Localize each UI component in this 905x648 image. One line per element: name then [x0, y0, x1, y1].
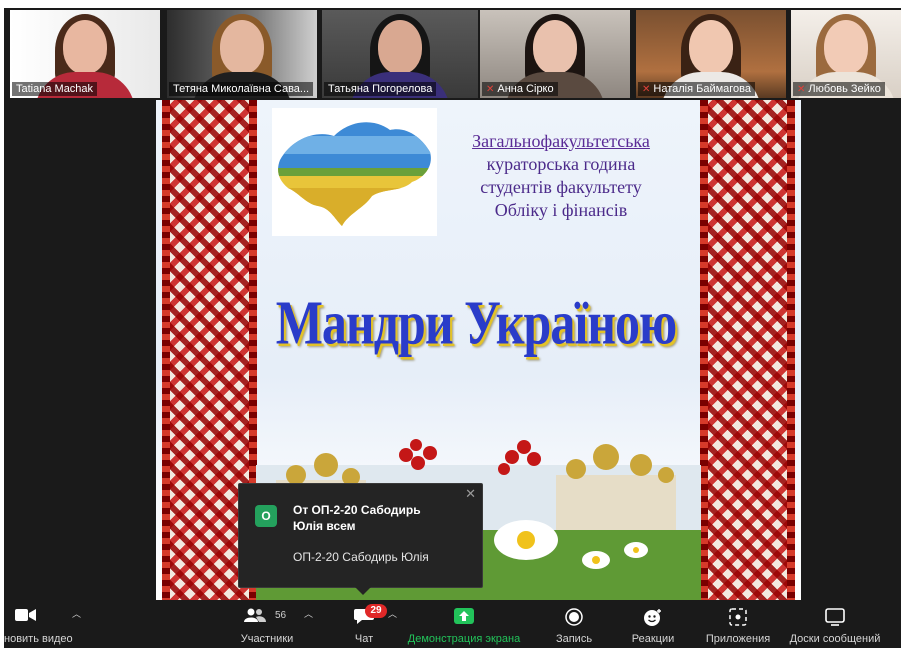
meeting-toolbar: ︿ новить видео 56 ︿ Участники 29 ︿ Чат Д… [4, 600, 901, 648]
participant-strip: Tatiana Machak Тетяна Миколаївна Сава...… [4, 8, 901, 100]
apps-icon [729, 608, 747, 626]
participant-name: Тетяна Миколаївна Сава... [169, 82, 314, 96]
chevron-up-icon[interactable]: ︿ [304, 607, 313, 620]
record-icon [565, 608, 583, 626]
mic-muted-icon: ✕ [642, 83, 651, 95]
zoom-meeting-window: Tatiana Machak Тетяна Миколаївна Сава...… [4, 8, 901, 648]
mic-muted-icon: ✕ [797, 83, 806, 95]
participant-name: ✕ Анна Сірко [482, 82, 558, 96]
chevron-up-icon[interactable]: ︿ [388, 607, 397, 620]
chat-button[interactable]: 29 ︿ Чат [334, 600, 397, 648]
embroidery-ornament-right [700, 100, 795, 600]
whiteboards-button[interactable]: Доски сообщений [782, 600, 888, 648]
participant-tile[interactable]: ✕ Любовь Зейко [791, 10, 901, 98]
participants-button[interactable]: 56 ︿ Участники [222, 600, 313, 648]
ukraine-map-image [272, 108, 437, 236]
chevron-up-icon[interactable]: ︿ [72, 607, 81, 620]
close-icon[interactable]: ✕ [465, 486, 476, 502]
participant-tile-active-speaker[interactable]: Татьяна Погорелова [322, 10, 478, 98]
participant-tile[interactable]: ✕ Наталія Баймагова [636, 10, 786, 98]
whiteboard-icon [825, 608, 845, 626]
participant-name: ✕ Любовь Зейко [793, 82, 885, 96]
notification-sender: От ОП-2-20 Сабодирь Юлія всем [293, 503, 421, 533]
slide-title: Мандри Україною [275, 287, 678, 357]
slide-subtitle: Загальнофакультетська кураторська година… [472, 131, 650, 220]
mic-muted-icon: ✕ [486, 83, 495, 95]
notification-message: ОП-2-20 Сабодирь Юлія [293, 550, 429, 564]
participant-name: Татьяна Погорелова [324, 82, 437, 96]
chat-notification-popup[interactable]: О От ОП-2-20 Сабодирь Юлія всем ОП-2-20 … [238, 483, 483, 595]
share-screen-button[interactable]: Демонстрация экрана [406, 600, 522, 648]
apps-button[interactable]: Приложения [698, 600, 778, 648]
participant-name: ✕ Наталія Баймагова [638, 82, 756, 96]
emoji-icon [644, 609, 661, 626]
participants-icon [244, 608, 266, 622]
video-button[interactable]: ︿ новить видео [4, 600, 84, 648]
participant-tile[interactable]: Тетяна Миколаївна Сава... [167, 10, 317, 98]
participants-count: 56 [275, 610, 287, 621]
participant-name: Tatiana Machak [12, 82, 98, 96]
reactions-button[interactable]: Реакции [618, 600, 688, 648]
participant-tile[interactable]: ✕ Анна Сірко [480, 10, 630, 98]
share-screen-icon [454, 608, 474, 624]
sender-avatar: О [255, 505, 277, 527]
chat-unread-badge: 29 [365, 604, 387, 618]
participant-tile[interactable]: Tatiana Machak [10, 10, 160, 98]
record-button[interactable]: Запись [544, 600, 604, 648]
video-camera-icon [15, 609, 36, 621]
